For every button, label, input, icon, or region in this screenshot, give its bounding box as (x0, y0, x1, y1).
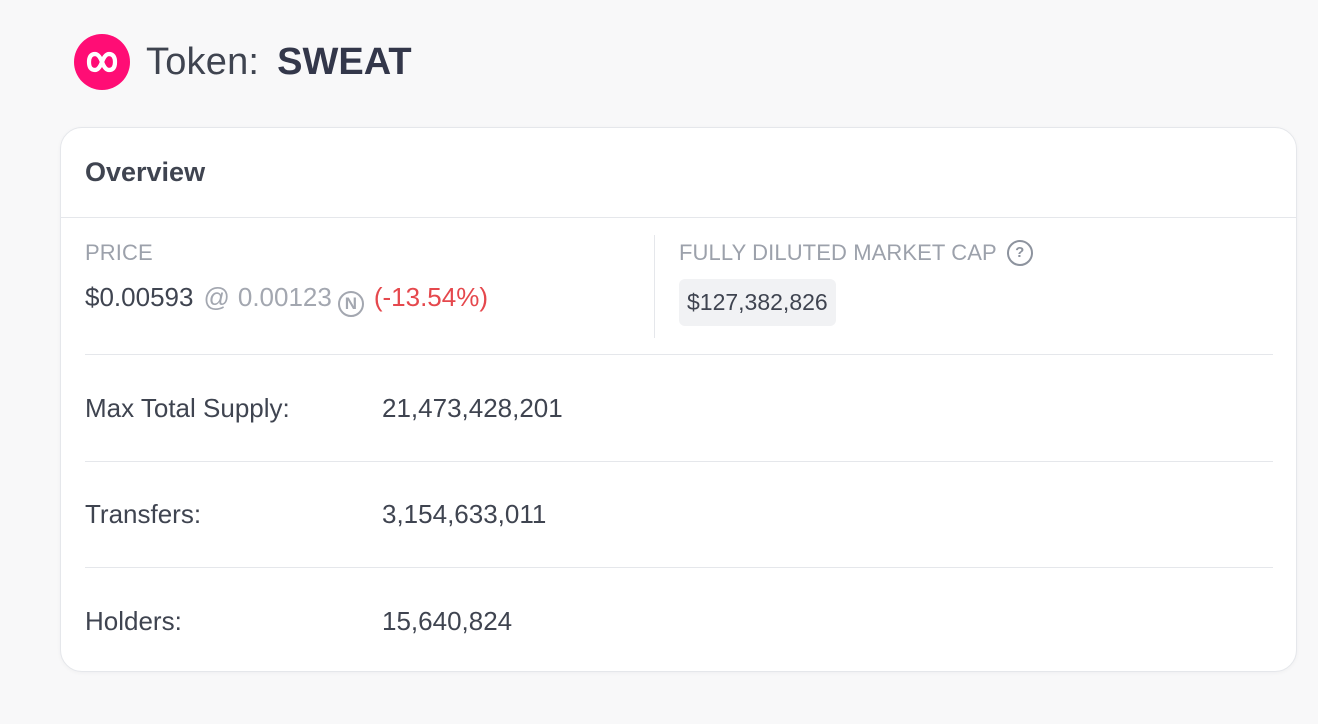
market-cap-label: FULLY DILUTED MARKET CAP (679, 240, 997, 265)
stats-divider (654, 235, 655, 338)
price-stats: PRICE $0.00593 @ 0.00123 N (-13.54%) FUL… (85, 235, 1273, 355)
token-name: SWEAT (277, 40, 412, 83)
page-header: Token: SWEAT (74, 34, 412, 90)
market-cap-section: FULLY DILUTED MARKET CAP ? $127,382,826 (679, 235, 1033, 326)
info-row-max-supply: Max Total Supply: 21,473,428,201 (85, 356, 1273, 462)
price-line: $0.00593 @ 0.00123 N (-13.54%) (85, 279, 655, 317)
overview-card: Overview PRICE $0.00593 @ 0.00123 N (-13… (60, 127, 1297, 672)
price-usd: $0.00593 (85, 282, 194, 312)
card-title: Overview (85, 157, 206, 187)
price-at-sign: @ (203, 282, 230, 312)
market-cap-value: $127,382,826 (679, 279, 836, 326)
row-label: Holders: (85, 605, 182, 636)
sweat-logo-icon (74, 34, 130, 90)
price-change: (-13.54%) (373, 282, 488, 312)
info-row-transfers: Transfers: 3,154,633,011 (85, 462, 1273, 568)
row-label: Transfers: (85, 499, 202, 529)
market-cap-label-row: FULLY DILUTED MARKET CAP ? (679, 235, 1033, 271)
page-title-prefix: Token: (146, 40, 260, 83)
price-section: PRICE $0.00593 @ 0.00123 N (-13.54%) (85, 235, 655, 339)
row-label: Max Total Supply: (85, 393, 290, 423)
help-icon[interactable]: ? (1006, 240, 1033, 266)
row-value: 3,154,633,011 (382, 499, 547, 529)
price-label: PRICE (85, 240, 153, 265)
row-value: 15,640,824 (382, 605, 513, 636)
price-near: 0.00123 (237, 282, 332, 312)
overview-card-header: Overview (61, 128, 1296, 218)
near-icon: N (337, 291, 364, 317)
info-row-holders: Holders: 15,640,824 (85, 568, 1273, 674)
row-value: 21,473,428,201 (382, 393, 563, 423)
